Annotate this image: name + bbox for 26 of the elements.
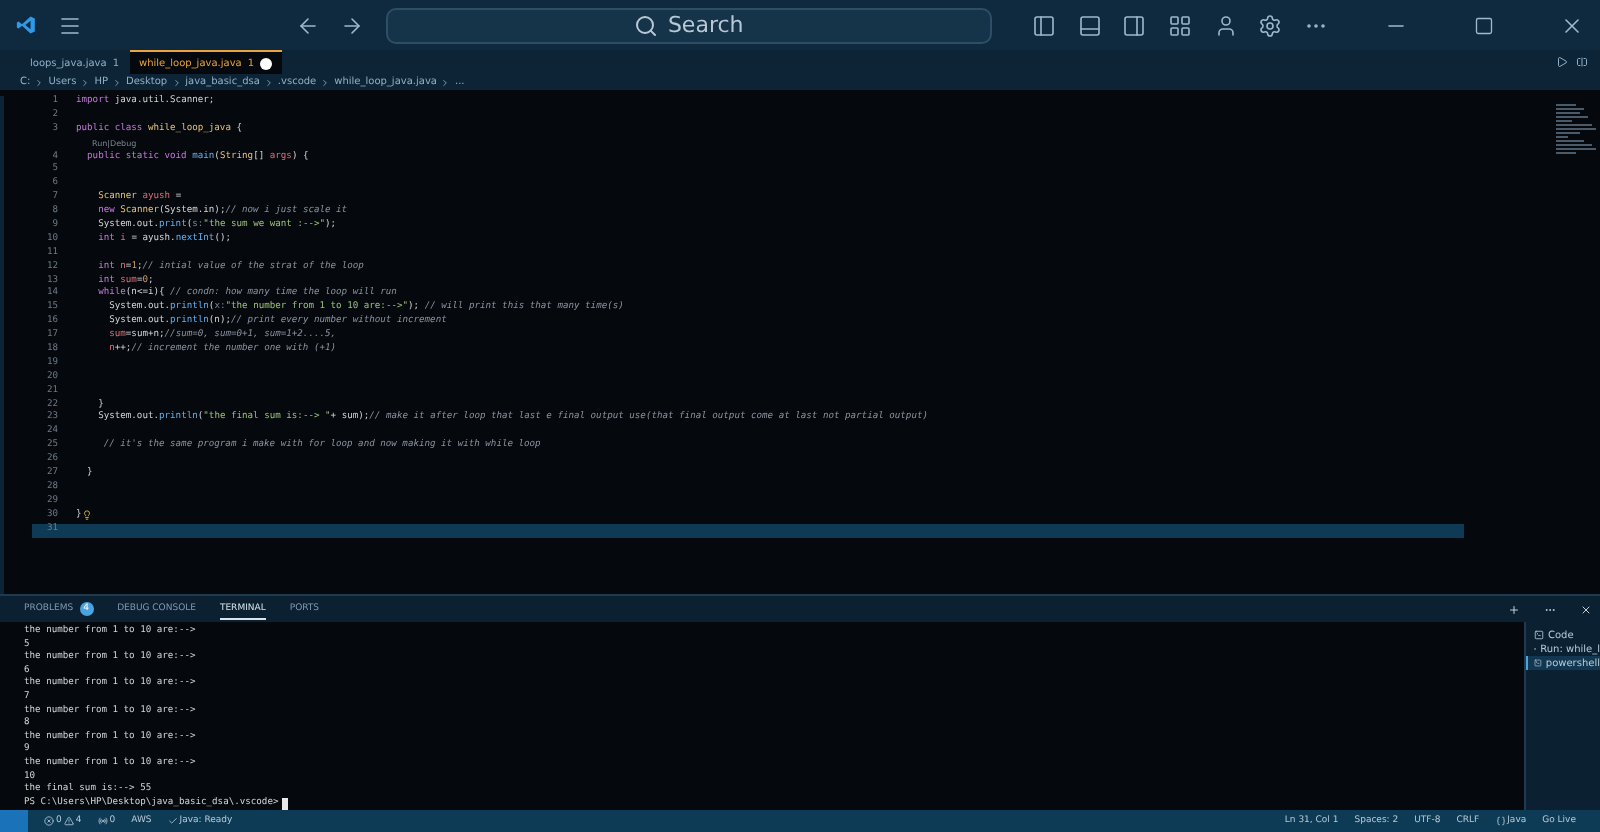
error-icon [44,816,54,826]
run-icon[interactable] [1556,56,1568,68]
search-icon [633,13,658,37]
app-logo-icon [16,12,37,38]
unsaved-dot-icon [260,57,273,69]
warning-icon [63,816,74,826]
search-field[interactable]: Search [385,7,992,43]
braces-icon [1495,816,1506,826]
terminal-icon [1534,658,1542,668]
terminal-icon [1534,630,1544,640]
chevron-icon [34,77,45,87]
lightbulb-icon[interactable] [81,509,92,520]
chevron-icon [80,77,91,87]
new-terminal-icon[interactable] [1508,603,1520,615]
search-placeholder: Search [667,12,744,38]
chevron-icon [440,77,451,87]
settings-icon[interactable] [1257,9,1284,41]
text-cursor [282,798,289,811]
chevron-icon [263,77,274,87]
close-icon[interactable] [1580,603,1592,615]
chevron-icon [111,77,122,87]
chevron-icon [320,77,331,87]
check-icon [167,816,178,826]
chevron-icon [171,77,182,87]
split-editor-icon[interactable] [1576,56,1588,68]
broadcast-icon [97,816,108,826]
